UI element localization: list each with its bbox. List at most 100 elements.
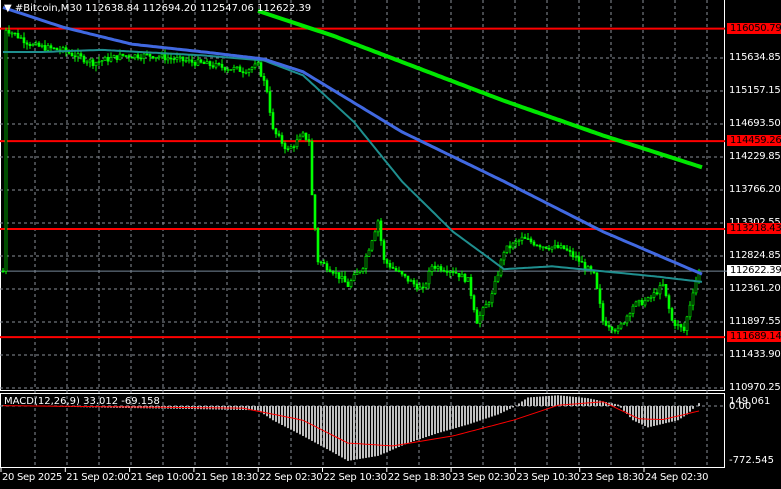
macd-histogram-bar (623, 406, 625, 411)
candle-body (7, 29, 11, 34)
macd-histogram-bar (452, 406, 454, 429)
macd-histogram-bar (425, 406, 427, 438)
candle-body (406, 275, 410, 282)
candle-body (235, 66, 239, 69)
candle-body (370, 240, 374, 251)
candle-body (676, 324, 680, 326)
candle-body (424, 283, 428, 288)
symbol-menu-arrow-icon[interactable]: ▼ (4, 3, 12, 14)
candle-body (163, 54, 167, 61)
candle-body (124, 55, 128, 57)
candle-body (691, 292, 695, 306)
candle-body (148, 53, 152, 57)
candle-body (397, 270, 401, 272)
candle-body (508, 245, 512, 249)
candle-body (610, 326, 614, 331)
macd-histogram-bar (641, 406, 643, 425)
candle-body (403, 273, 407, 277)
candle-body (382, 240, 386, 260)
ohlc-low: 112547.06 (199, 3, 254, 14)
moving-average-fast (3, 48, 703, 283)
macd-histogram-bar (482, 406, 484, 420)
macd-histogram-bar (410, 406, 412, 443)
macd-histogram-bar (344, 406, 346, 460)
price-axis-label: 110970.25 (729, 382, 781, 393)
level-price-tag: 114459.26 (727, 135, 781, 147)
candle-body (415, 283, 419, 290)
macd-histogram-bar (500, 406, 502, 414)
candle-body (598, 288, 602, 304)
candle-body (157, 56, 161, 59)
candle-body (220, 64, 224, 68)
candle-body (502, 252, 506, 261)
macd-histogram-bar (614, 403, 616, 406)
candle-body (121, 53, 125, 56)
macd-histogram-bar (542, 396, 544, 406)
candle-body (49, 45, 53, 49)
candle-body (226, 69, 230, 71)
candle-body (31, 44, 35, 47)
macd-histogram-bar (485, 406, 487, 419)
candle-body (277, 133, 281, 136)
candle-body (184, 60, 188, 62)
candle-body (151, 56, 155, 59)
macd-histogram-bar (527, 397, 529, 406)
candle-body (217, 63, 221, 65)
candle-body (25, 42, 29, 45)
candle-body (634, 301, 638, 307)
price-axis-label: 115157.15 (729, 85, 781, 96)
candle-body (388, 263, 392, 268)
candle-body (229, 69, 233, 71)
macd-histogram-bar (377, 406, 379, 456)
candle-body (223, 67, 227, 71)
candle-body (301, 132, 305, 137)
macd-histogram-bar (470, 406, 472, 424)
candle-body (694, 281, 698, 294)
macd-histogram-bar (347, 406, 349, 461)
macd-histogram-bar (254, 406, 256, 411)
macd-histogram-bar (665, 406, 667, 424)
macd-histogram-bar (434, 406, 436, 435)
candle-body (565, 248, 569, 251)
candle-body (628, 313, 632, 317)
time-axis-label: 20 Sep 2025 (2, 472, 63, 483)
candle-body (10, 32, 14, 35)
candle-body (187, 59, 191, 62)
candle-body (481, 307, 485, 316)
macd-histogram-bar (467, 406, 469, 425)
candle-body (130, 56, 134, 59)
candle-body (688, 304, 692, 318)
candle-body (247, 69, 251, 73)
candle-body (631, 305, 635, 314)
candle-body (394, 268, 398, 271)
macd-histogram-bar (479, 406, 481, 421)
candle-body (316, 228, 320, 263)
candle-body (112, 55, 116, 58)
candle-body (613, 329, 617, 332)
candle-body (253, 63, 257, 68)
macd-histogram-bar (554, 395, 556, 406)
time-axis-label: 21 Sep 10:00 (130, 472, 194, 483)
candle-body (175, 57, 179, 60)
macd-histogram-bar (536, 396, 538, 406)
candle-body (181, 56, 185, 62)
macd-histogram-bar (416, 406, 418, 441)
candle-body (331, 271, 335, 274)
candle-body (289, 146, 293, 150)
candle-body (43, 45, 47, 51)
price-axis-label: 111433.90 (729, 349, 781, 360)
candle-body (409, 280, 413, 282)
candle-body (619, 323, 623, 329)
macd-histogram-bar (374, 406, 376, 457)
candle-body (580, 261, 584, 263)
macd-histogram-bar (326, 406, 328, 450)
candle-body (250, 67, 254, 70)
macd-histogram-bar (551, 395, 553, 406)
macd-histogram-bar (266, 406, 268, 417)
candle-body (358, 270, 362, 273)
candle-body (334, 272, 338, 274)
macd-histogram-bar (278, 406, 280, 424)
macd-histogram-bar (431, 406, 433, 436)
candle-body (541, 246, 545, 249)
time-axis-label: 21 Sep 02:00 (66, 472, 130, 483)
